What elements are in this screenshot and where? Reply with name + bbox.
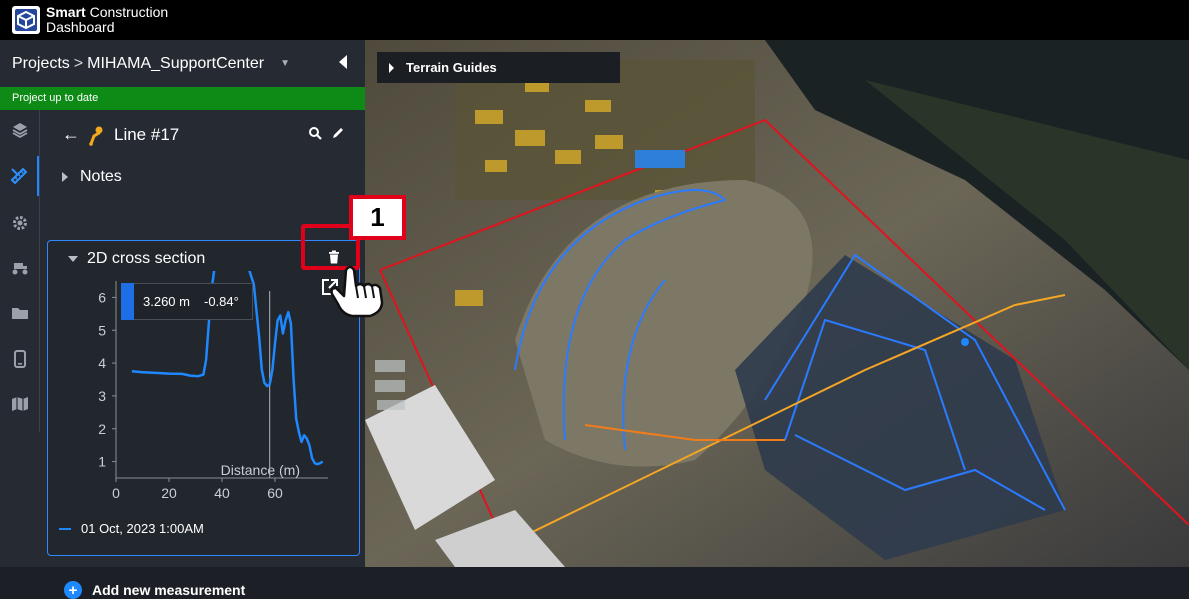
layers-icon[interactable]: [0, 110, 40, 150]
x-tick-label: 60: [267, 485, 283, 501]
cursor-tooltip: 3.260 m -0.84°: [121, 283, 253, 320]
measure-tools-icon[interactable]: [0, 156, 40, 196]
brand-line2: Dashboard: [46, 19, 115, 35]
cross-section-chart[interactable]: 1234560 20 40 60Distance (m): [48, 241, 361, 511]
legend-label: 01 Oct, 2023 1:00AM: [81, 521, 204, 536]
project-status-bar: Project up to date: [0, 87, 365, 110]
y-tick-label: 2: [98, 421, 106, 437]
back-arrow-icon[interactable]: ←: [62, 124, 80, 145]
line-header: ← Line #17: [40, 110, 365, 160]
step-number-callout: 1: [349, 195, 406, 240]
chart-legend: 01 Oct, 2023 1:00AM: [59, 521, 204, 536]
terrain-expand-icon: [389, 62, 394, 73]
map-icon[interactable]: [0, 384, 40, 424]
line-tool-icon: [88, 124, 104, 151]
app-logo[interactable]: [8, 2, 44, 38]
x-axis-label: Distance (m): [221, 462, 300, 478]
brand-rest: Construction: [85, 4, 169, 20]
notes-label: Notes: [80, 168, 122, 185]
point-cloud-scene[interactable]: [365, 40, 1189, 567]
app-brand: Smart Construction Dashboard: [46, 5, 168, 35]
breadcrumb-project[interactable]: MIHAMA_SupportCenter: [87, 55, 264, 73]
icon-rail: [0, 110, 41, 567]
cross-section-card: 2D cross section 1 2 3 4 5 6 0 20 40 60 Distance (…: [47, 240, 360, 556]
measurement-panel: ← Line #17 Notes 2D cross section 12 3 4…: [40, 110, 365, 599]
cursor-point: [961, 338, 969, 346]
settings-gear-icon[interactable]: [0, 203, 40, 243]
pointer-hand-icon: [328, 262, 390, 323]
folder-icon[interactable]: [0, 293, 40, 333]
parked-vehicles: [375, 360, 405, 410]
y-tick-label: 1: [98, 454, 106, 470]
y-tick-label: 3: [98, 388, 106, 404]
tooltip-color-bar: [121, 283, 134, 320]
y-tick-label: 5: [98, 322, 106, 338]
legend-swatch: [59, 527, 71, 530]
terrain-guides-button[interactable]: Terrain Guides: [377, 52, 620, 83]
map-viewport[interactable]: Terrain Guides: [365, 40, 1189, 567]
tooltip-angle: -0.84°: [203, 294, 239, 309]
tooltip-distance: 3.260 m: [143, 294, 190, 309]
breadcrumb: Projects > MIHAMA_SupportCenter ▼: [0, 40, 365, 87]
y-tick-label: 6: [98, 289, 106, 305]
notes-toggle[interactable]: Notes: [62, 168, 122, 186]
zoom-to-icon[interactable]: [308, 126, 322, 145]
add-plus-icon: +: [64, 581, 82, 599]
notes-expand-icon: [62, 171, 68, 182]
edit-pencil-icon[interactable]: [331, 126, 345, 145]
device-icon[interactable]: [0, 339, 40, 379]
add-measurement-button[interactable]: + Add new measurement: [64, 581, 245, 599]
collapse-panel-icon[interactable]: [339, 55, 347, 69]
terrain-guides-label: Terrain Guides: [406, 60, 497, 75]
breadcrumb-projects[interactable]: Projects: [12, 55, 70, 73]
machine-icon[interactable]: [0, 248, 40, 288]
top-bar: Smart Construction Dashboard: [0, 0, 1189, 40]
x-tick-label: 0: [112, 485, 120, 501]
left-sidebar: Projects > MIHAMA_SupportCenter ▼ Projec…: [0, 40, 365, 599]
line-title: Line #17: [114, 125, 180, 144]
brand-bold: Smart: [46, 4, 86, 20]
add-measurement-label: Add new measurement: [92, 582, 246, 598]
breadcrumb-separator: >: [73, 54, 84, 72]
containers: [635, 150, 685, 168]
project-dropdown-icon[interactable]: ▼: [280, 58, 290, 69]
x-tick-label: 40: [214, 485, 230, 501]
y-tick-label: 4: [98, 355, 106, 371]
x-tick-label: 20: [161, 485, 177, 501]
